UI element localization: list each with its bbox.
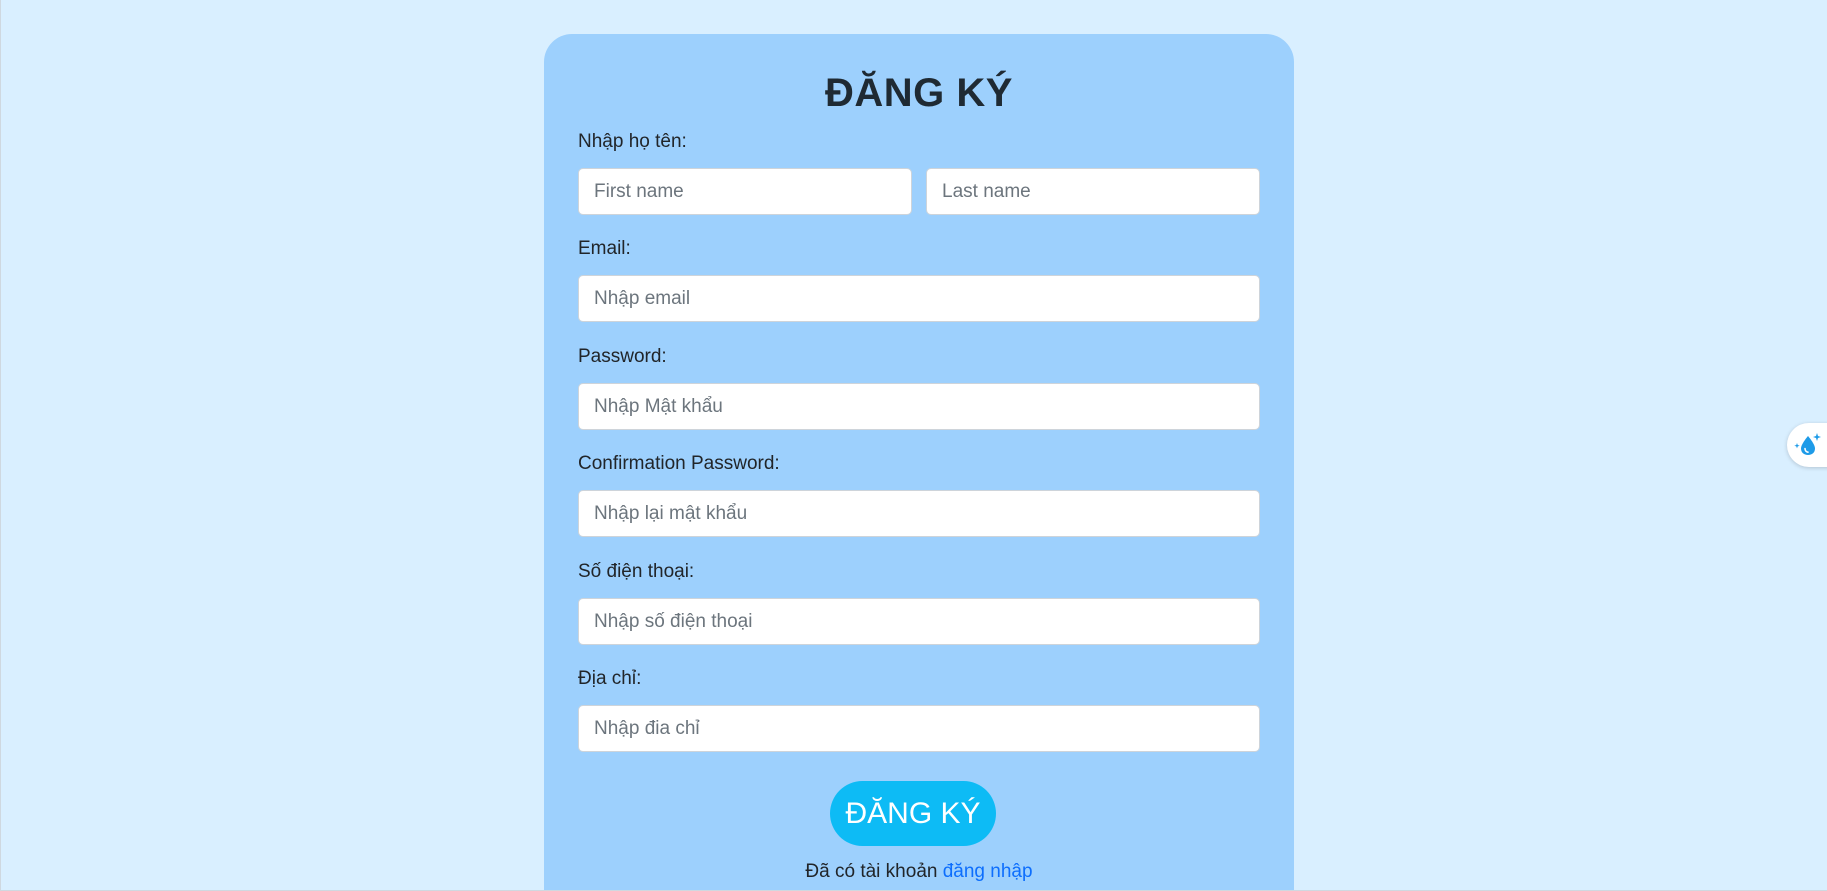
address-input[interactable] [578, 705, 1260, 752]
login-link[interactable]: đăng nhập [943, 861, 1033, 882]
login-prompt: Đã có tài khoản đăng nhập [544, 860, 1294, 884]
page-title: ĐĂNG KÝ [825, 71, 1013, 115]
confirm-password-group: Confirmation Password: [578, 452, 1260, 537]
name-group: Nhập họ tên: [578, 130, 1260, 215]
login-prompt-text: Đã có tài khoản [805, 861, 938, 882]
email-input[interactable] [578, 275, 1260, 322]
password-group: Password: [578, 345, 1260, 430]
phone-group: Số điện thoại: [578, 560, 1260, 645]
last-name-input[interactable] [926, 168, 1260, 215]
phone-label: Số điện thoại: [578, 561, 695, 582]
password-label: Password: [578, 346, 667, 367]
address-group: Địa chỉ: [578, 667, 1260, 752]
page: ĐĂNG KÝ Nhập họ tên: Email: Password: Co… [0, 0, 1827, 891]
register-card: ĐĂNG KÝ Nhập họ tên: Email: Password: Co… [544, 34, 1294, 890]
name-label: Nhập họ tên: [578, 131, 687, 152]
phone-input[interactable] [578, 598, 1260, 645]
email-label: Email: [578, 238, 631, 259]
register-button[interactable]: ĐĂNG KÝ [830, 781, 996, 846]
confirm-password-input[interactable] [578, 490, 1260, 537]
email-group: Email: [578, 237, 1260, 322]
first-name-input[interactable] [578, 168, 912, 215]
address-label: Địa chỉ: [578, 668, 642, 689]
sparkle-droplet-icon [1793, 431, 1823, 459]
name-row [578, 168, 1260, 215]
password-input[interactable] [578, 383, 1260, 430]
confirm-password-label: Confirmation Password: [578, 453, 780, 474]
floating-widget-button[interactable] [1787, 423, 1827, 467]
